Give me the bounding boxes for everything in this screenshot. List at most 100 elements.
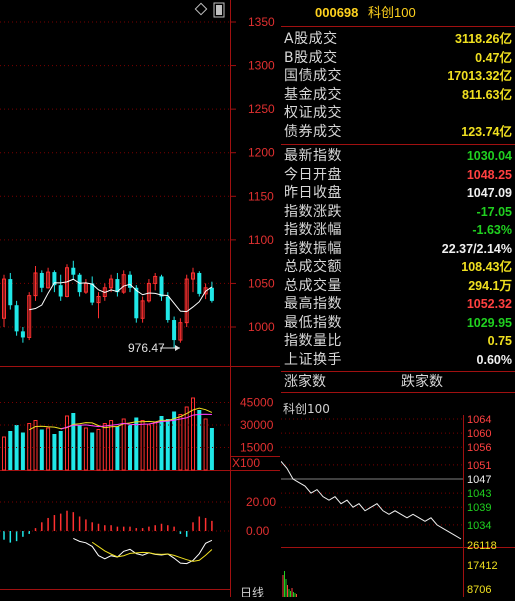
volume-ma5-line xyxy=(28,407,213,431)
candle xyxy=(14,300,19,336)
intraday-price-line xyxy=(280,461,462,540)
quote-row-label: B股成交 xyxy=(284,49,338,66)
price-tick-label: 1300 xyxy=(248,59,275,73)
mini-chart-title: 科创100 xyxy=(283,402,330,416)
mini-price-tick: 1034 xyxy=(467,520,491,532)
price-tick-label: 1150 xyxy=(248,189,274,203)
quote-row-value: 1048.25 xyxy=(466,167,512,182)
candle xyxy=(33,266,38,301)
quote-row: B股成交 0.47亿 xyxy=(281,49,515,68)
index-quote: 最新指数 1030.04 今日开盘 1048.25 昨日收盘 1047.09 指数涨跌 -17… xyxy=(281,145,515,371)
volume-bar xyxy=(90,432,95,470)
quote-row-label: 基金成交 xyxy=(284,86,342,103)
quote-row: 今日开盘 1048.25 xyxy=(281,166,515,185)
volume-bar xyxy=(102,423,107,471)
quote-row-value: 1030.04 xyxy=(466,149,512,163)
mini-price-tick: 1064 xyxy=(467,414,491,426)
quote-row: 指数涨跌 -17.05 xyxy=(281,203,515,222)
quote-row-label: A股成交 xyxy=(284,31,338,47)
market-stats: A股成交 3118.26亿 B股成交 0.47亿国债成交 17013.32亿 基金成交 81… xyxy=(281,27,515,144)
quote-row: 总成交额 108.43亿 xyxy=(281,258,515,277)
security-name: 科创100 xyxy=(368,5,416,20)
quote-row-label: 国债成交 xyxy=(284,68,342,84)
candle xyxy=(20,327,25,343)
quote-row-label: 总成交量 xyxy=(284,277,342,294)
quote-row-value: 0.47亿 xyxy=(475,50,512,65)
dif-line xyxy=(73,537,213,565)
intraday-minichart[interactable]: 科创100 1064 1060 1056 1051 1047 1043 1039 1034 26… xyxy=(280,399,515,597)
volume-bar xyxy=(39,429,44,470)
quote-row-value: 1047.09 xyxy=(466,186,512,200)
candle xyxy=(2,274,6,327)
quote-row: 最高指数 1052.32 xyxy=(281,295,515,314)
quote-row-value: 294.1万 xyxy=(468,278,512,293)
candle xyxy=(96,292,101,319)
volume-bar xyxy=(140,420,145,471)
volume-bar xyxy=(121,418,126,471)
volume-bar xyxy=(197,410,202,470)
macd-tick-label: 20.00 xyxy=(246,495,276,509)
quote-row-label: 债券成交 xyxy=(284,123,342,140)
quote-row-value: 3118.26亿 xyxy=(455,32,512,46)
volume-tick-label: 45000 xyxy=(240,396,274,410)
quote-row-value: 1029.95 xyxy=(466,315,512,330)
quote-row-label: 昨日收盘 xyxy=(284,185,342,201)
quote-row: 指数涨幅 -1.63% xyxy=(281,221,515,240)
quote-row: 最低指数 1029.95 xyxy=(281,314,515,333)
mini-price-tick: 1039 xyxy=(467,502,491,514)
candle xyxy=(27,292,32,341)
quote-row-label: 指数涨跌 xyxy=(284,203,342,220)
candle xyxy=(83,279,88,294)
volume-bar xyxy=(96,429,101,471)
candle xyxy=(71,260,76,280)
candle xyxy=(178,318,183,343)
low-price-label: 976.47 xyxy=(128,341,165,355)
volume-bar xyxy=(191,397,195,471)
kline-panel[interactable]: 1350 1300 1250 1200 1150 1100 1050 1000 45000 30… xyxy=(0,0,280,597)
quote-panel: 000698 科创100 A股成交 3118.26亿 B股成交 0.47亿 国债成交 17… xyxy=(280,0,515,597)
quote-row-label: 总成交额 xyxy=(284,259,342,275)
volume-bar xyxy=(153,421,158,471)
quote-row-value: 1052.32 xyxy=(466,297,512,311)
volume-bar xyxy=(27,423,32,471)
volume-bar xyxy=(71,413,76,470)
volume-bar xyxy=(109,420,114,471)
period-label: 日线 xyxy=(240,586,264,597)
volume-bar xyxy=(159,416,164,470)
volume-bar xyxy=(65,415,69,471)
scrollbar-icon[interactable] xyxy=(213,2,225,18)
mini-price-tick: 1060 xyxy=(467,428,491,440)
breadth-row: 涨家数 跌家数 xyxy=(281,371,515,393)
quote-row: 国债成交 17013.32亿 xyxy=(281,67,515,86)
volume-bar xyxy=(52,434,57,470)
dea-line xyxy=(91,541,213,562)
volume-bar xyxy=(165,419,170,470)
mini-price-tick: 1043 xyxy=(467,488,491,500)
kline-chart[interactable]: 1350 1300 1250 1200 1150 1100 1050 1000 45000 30… xyxy=(0,0,280,597)
intraday-chart[interactable]: 科创100 1064 1060 1056 1051 1047 1043 1039 1034 26… xyxy=(280,399,515,597)
quote-row-value: 108.43亿 xyxy=(461,260,512,274)
candle xyxy=(191,267,195,293)
ma5-line xyxy=(29,278,213,313)
candle xyxy=(65,264,69,298)
candle xyxy=(8,272,13,310)
quote-row-value: 22.37/2.14% xyxy=(441,241,512,256)
volume-bar xyxy=(77,425,82,470)
quote-row-label: 上证换手 xyxy=(284,351,342,368)
candlesticks xyxy=(2,260,214,348)
candle xyxy=(153,272,158,291)
price-tick-label: 1200 xyxy=(248,146,275,160)
price-tick-label: 1000 xyxy=(248,320,275,334)
price-tick-label: 1050 xyxy=(248,276,275,290)
mini-volume-tick: 26118 xyxy=(467,540,497,552)
quote-row: A股成交 3118.26亿 xyxy=(281,30,515,49)
volume-bar xyxy=(209,428,214,470)
quote-row-label: 最高指数 xyxy=(284,296,342,312)
quote-row-label: 权证成交 xyxy=(284,105,342,121)
candle xyxy=(140,296,145,323)
quote-row: 债券成交 123.74亿 xyxy=(281,123,515,142)
quote-row-value: 811.63亿 xyxy=(461,87,512,102)
quote-row: 权证成交 xyxy=(281,104,515,123)
volume-bar xyxy=(115,426,120,470)
diamond-icon[interactable] xyxy=(194,2,208,16)
